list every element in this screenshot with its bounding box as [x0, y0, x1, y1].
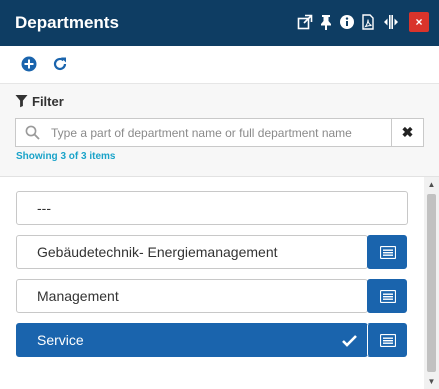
list-details-icon — [380, 290, 396, 303]
filter-heading: Filter — [15, 94, 64, 109]
vertical-scrollbar[interactable]: ▲ ▼ — [424, 177, 439, 389]
department-list: --- Gebäudetechnik- Energiemanagement Ma… — [0, 177, 424, 389]
list-item-selected: Service — [16, 323, 408, 357]
filter-label: Filter — [32, 94, 64, 109]
info-icon[interactable] — [339, 14, 355, 30]
filter-icon — [15, 94, 29, 108]
search-icon — [25, 125, 40, 140]
filter-panel: Filter ✖ Showing 3 of 3 items — [0, 84, 439, 177]
department-details-button[interactable] — [367, 323, 407, 357]
pdf-icon[interactable] — [360, 14, 376, 30]
department-item[interactable]: Management — [16, 279, 368, 313]
department-search-input[interactable] — [51, 119, 391, 146]
department-details-button[interactable] — [367, 235, 407, 269]
clear-filter-button[interactable]: ✖ — [391, 119, 423, 146]
department-details-button[interactable] — [367, 279, 407, 313]
pin-icon[interactable] — [318, 14, 334, 30]
list-item: Management — [16, 279, 408, 313]
department-item[interactable]: Gebäudetechnik- Energiemanagement — [16, 235, 368, 269]
search-box: ✖ — [15, 118, 424, 147]
department-name: Service — [37, 332, 84, 348]
list-item: Gebäudetechnik- Energiemanagement — [16, 235, 408, 269]
add-icon[interactable] — [21, 56, 37, 72]
list-item: --- — [16, 191, 408, 225]
checkmark-icon — [342, 335, 357, 347]
list-details-icon — [380, 334, 396, 347]
panel-titlebar: Departments × — [0, 0, 439, 46]
department-item[interactable]: --- — [16, 191, 408, 225]
toolbar — [0, 46, 439, 84]
department-item[interactable]: Service — [16, 323, 368, 357]
scrollbar-thumb[interactable] — [427, 194, 436, 372]
panel-title: Departments — [15, 13, 119, 32]
scroll-down-icon[interactable]: ▼ — [424, 374, 439, 389]
refresh-icon[interactable] — [52, 56, 68, 72]
resize-icon[interactable] — [383, 14, 399, 30]
close-button[interactable]: × — [409, 12, 429, 32]
item-count-text: Showing 3 of 3 items — [16, 151, 116, 162]
list-details-icon — [380, 246, 396, 259]
external-link-icon[interactable] — [297, 14, 313, 30]
scroll-up-icon[interactable]: ▲ — [424, 177, 439, 192]
